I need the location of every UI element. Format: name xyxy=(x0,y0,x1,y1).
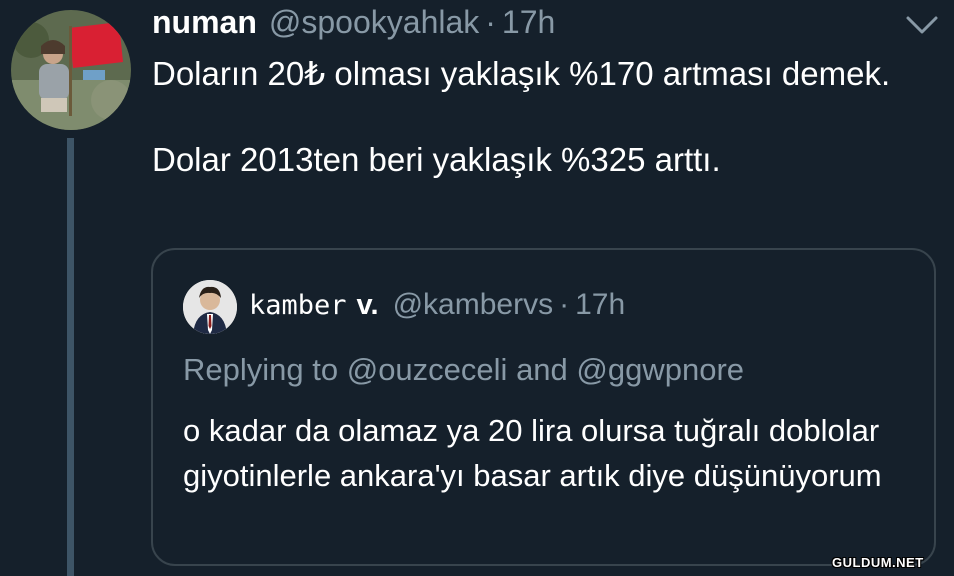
quoted-header-separator: · xyxy=(559,288,570,321)
tweet-screenshot: numan @spookyahlak · 17h Doların 20₺ olm… xyxy=(0,0,954,576)
profile-photo-icon xyxy=(183,280,237,334)
author-avatar[interactable] xyxy=(11,10,131,130)
tweet-line-1: Doların 20₺ olması yaklaşık %170 artması… xyxy=(152,55,891,92)
quoted-author-name-suffix[interactable]: v. xyxy=(357,289,379,322)
tweet-line-2: Dolar 2013ten beri yaklaşık %325 arttı. xyxy=(152,141,721,178)
author-name[interactable]: numan xyxy=(152,4,257,41)
quoted-tweet-text: o kadar da olamaz ya 20 lira olursa tuğr… xyxy=(183,413,882,493)
replying-to-label: Replying to xyxy=(183,352,339,387)
replying-and-label: and xyxy=(516,352,568,387)
quoted-author-handle[interactable]: @kambervs xyxy=(393,288,554,322)
author-handle[interactable]: @spookyahlak xyxy=(269,4,479,41)
replying-to-line: Replying to @ouzceceli and @ggwpnore xyxy=(183,352,744,388)
site-watermark: GULDUM.NET xyxy=(832,555,924,570)
quoted-tweet-timestamp[interactable]: 17h xyxy=(575,288,625,322)
header-separator: · xyxy=(485,4,496,40)
reply-mention-2[interactable]: @ggwpnore xyxy=(576,352,744,387)
quoted-author-avatar[interactable] xyxy=(183,280,237,334)
quoted-author-name[interactable]: kamber xyxy=(249,290,347,321)
tweet-menu-button[interactable] xyxy=(900,10,944,40)
chevron-down-icon xyxy=(906,16,938,34)
reply-mention-1[interactable]: @ouzceceli xyxy=(347,352,508,387)
tweet-header: numan @spookyahlak · 17h xyxy=(152,4,555,41)
quoted-tweet-header: kamber v. @kambervs · 17h xyxy=(249,288,625,322)
profile-photo-icon xyxy=(11,10,131,130)
quoted-tweet-card[interactable]: kamber v. @kambervs · 17h Replying to @o… xyxy=(151,248,936,566)
tweet-timestamp[interactable]: 17h xyxy=(502,4,555,41)
tweet-text: Doların 20₺ olması yaklaşık %170 artması… xyxy=(152,52,912,181)
thread-line xyxy=(67,138,74,576)
